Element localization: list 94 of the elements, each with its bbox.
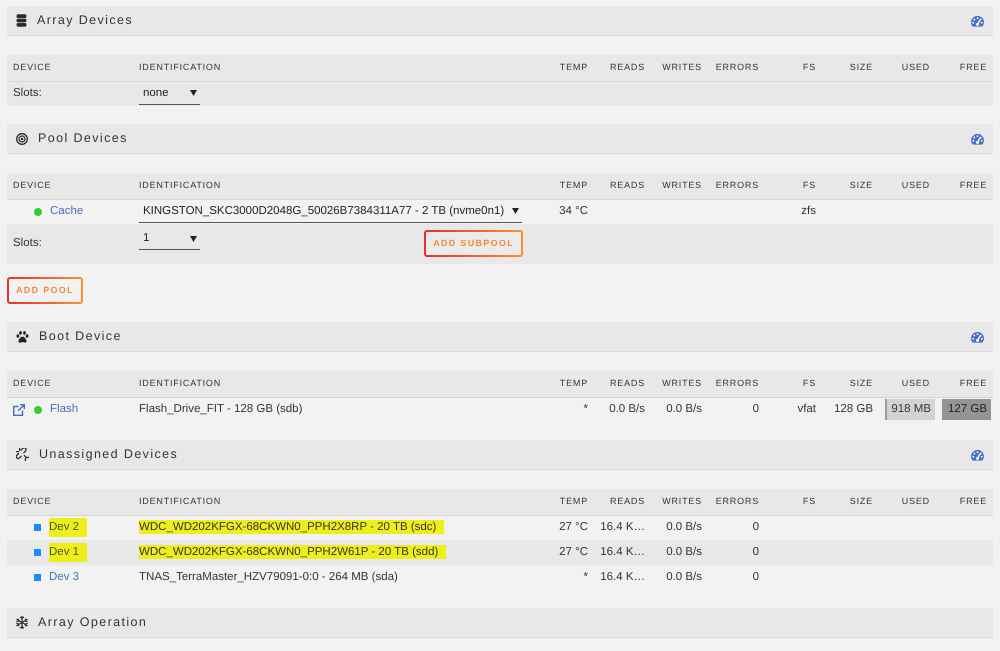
caret-icon [190, 90, 197, 96]
column-header: DEVICE [7, 55, 133, 81]
device-identification: TNAS_TerraMaster_HZV79091-0:0 - 264 MB (sda) [139, 570, 398, 583]
external-link-icon[interactable] [13, 404, 25, 416]
paw-icon [16, 330, 29, 342]
column-header: SIZE [822, 489, 879, 515]
device-link[interactable]: Flash [50, 401, 78, 418]
device-identification: WDC_WD202KFGX-68CKWN0_PPH2X8RP - 20 TB (sdc) [139, 520, 444, 534]
snowflake-icon [16, 616, 28, 629]
column-header: IDENTIFICATION [133, 371, 537, 397]
database-icon [16, 14, 27, 27]
column-header: FREE [936, 55, 993, 81]
column-header: READS [594, 173, 651, 199]
section-title: Pool Devices [38, 130, 128, 148]
column-header: SIZE [822, 173, 879, 199]
column-header: ERRORS [708, 55, 765, 81]
section-title: Unassigned Devices [39, 446, 178, 464]
table-cell: 0.0 B/s [651, 540, 708, 565]
table-cell: 0.0 B/s [651, 565, 708, 590]
caret-icon [512, 208, 519, 214]
column-header: IDENTIFICATION [133, 489, 537, 515]
column-header: DEVICE [7, 173, 133, 199]
column-header: WRITES [651, 173, 708, 199]
section-title: Array Devices [37, 12, 133, 30]
table-cell: 16.4 K… [594, 540, 651, 565]
table-cell: 128 GB [822, 397, 879, 422]
table-cell: 27 °C [537, 515, 594, 540]
section-title: Array Operation [38, 614, 148, 632]
device-link[interactable]: Dev 1 [49, 542, 88, 562]
column-header: USED [879, 173, 936, 199]
column-header: FS [765, 489, 822, 515]
column-header: DEVICE [7, 489, 133, 515]
column-header: READS [594, 489, 651, 515]
column-header: TEMP [537, 173, 594, 199]
column-header: IDENTIFICATION [133, 173, 537, 199]
disc-icon [16, 132, 28, 144]
table-cell: * [537, 565, 594, 590]
table-cell: 0.0 B/s [651, 515, 708, 540]
column-header: FS [765, 55, 822, 81]
column-header: USED [879, 489, 936, 515]
table-cell: 16.4 K… [594, 565, 651, 590]
table-cell: 0 [708, 515, 765, 540]
column-header: FS [765, 173, 822, 199]
column-header: SIZE [822, 371, 879, 397]
column-header: READS [594, 371, 651, 397]
table-cell: zfs [765, 199, 822, 224]
slots-label: Slots: [13, 87, 42, 100]
table-cell: 0 [708, 540, 765, 565]
table-cell: 0.0 B/s [651, 397, 708, 422]
slots-label: Slots: [13, 237, 42, 250]
device-identification: Flash_Drive_FIT - 128 GB (sdb) [139, 403, 302, 416]
device-identification: WDC_WD202KFGX-68CKWN0_PPH2W61P - 20 TB (sdd) [139, 544, 446, 559]
broken-chain-icon [16, 448, 29, 461]
column-header: IDENTIFICATION [133, 55, 537, 81]
free-space-value: 127 GB [942, 399, 991, 420]
device-link[interactable]: Cache [50, 203, 84, 220]
gauge-icon[interactable] [970, 448, 985, 460]
table-cell: 27 °C [537, 540, 594, 565]
gauge-icon[interactable] [970, 132, 985, 144]
column-header: DEVICE [7, 371, 133, 397]
column-header: WRITES [651, 489, 708, 515]
column-header: WRITES [651, 55, 708, 81]
column-header: SIZE [822, 55, 879, 81]
column-header: FREE [936, 371, 993, 397]
caret-icon [190, 236, 197, 242]
section-title: Boot Device [39, 328, 122, 346]
column-header: FS [765, 371, 822, 397]
column-header: FREE [936, 489, 993, 515]
column-header: FREE [936, 173, 993, 199]
column-header: TEMP [537, 55, 594, 81]
table-cell: 0.0 B/s [594, 397, 651, 422]
column-header: WRITES [651, 371, 708, 397]
table-cell: * [537, 397, 594, 422]
column-header: USED [879, 371, 936, 397]
device-link[interactable]: Dev 2 [49, 518, 88, 538]
slots-dropdown[interactable]: none [139, 82, 200, 105]
column-header: TEMP [537, 371, 594, 397]
table-cell: 34 °C [537, 199, 594, 224]
table-cell: 16.4 K… [594, 515, 651, 540]
column-header: ERRORS [708, 489, 765, 515]
table-cell: 0 [708, 565, 765, 590]
gauge-icon[interactable] [970, 14, 985, 26]
column-header: USED [879, 55, 936, 81]
used-space-value: 918 MB [885, 399, 935, 420]
device-link[interactable]: Dev 3 [49, 568, 80, 586]
table-cell: vfat [765, 397, 822, 422]
device-dropdown[interactable]: KINGSTON_SKC3000D2048G_50026B7384311A77 - 2 TB (nvme0n1) [139, 200, 522, 223]
column-header: TEMP [537, 489, 594, 515]
column-header: ERRORS [708, 173, 765, 199]
column-header: READS [594, 55, 651, 81]
table-cell: 0 [708, 397, 765, 422]
slots-dropdown[interactable]: 1 [139, 228, 200, 250]
column-header: ERRORS [708, 371, 765, 397]
gauge-icon[interactable] [970, 330, 985, 342]
